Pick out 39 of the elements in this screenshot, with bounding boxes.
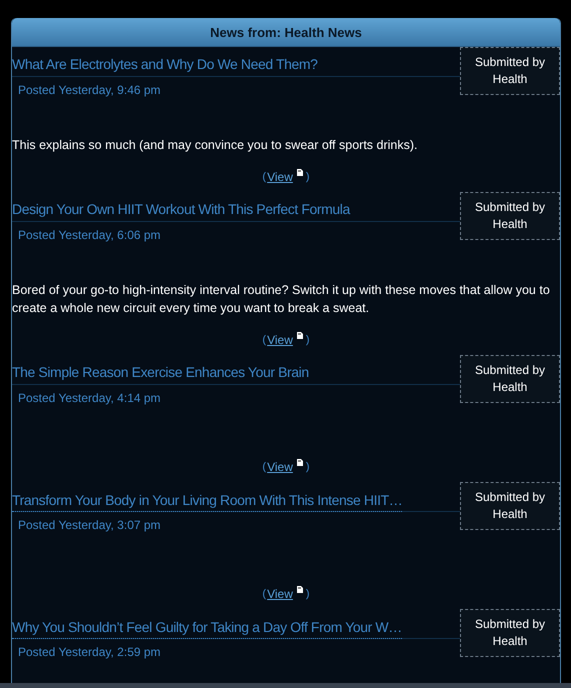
article-title-link[interactable]: Why You Shouldn’t Feel Guilty for Taking a Day Off From Your W… (12, 619, 402, 639)
submitted-by-text: Submitted by (474, 616, 546, 633)
view-link[interactable]: View (267, 460, 293, 474)
paren-text: ) (306, 334, 310, 346)
submitted-by-text: Submitted by (474, 199, 546, 216)
paren-text: ( (262, 334, 266, 346)
submitted-by-text: Submitted by (474, 54, 546, 71)
paren-text: ) (306, 171, 310, 183)
submitted-by-text: Health (492, 633, 528, 650)
view-link[interactable]: View (267, 587, 293, 601)
paren-text: ) (306, 461, 310, 473)
paren-text: ) (306, 588, 310, 600)
article-title-link[interactable]: The Simple Reason Exercise Enhances Your Brain (12, 364, 309, 384)
document-icon (296, 458, 304, 467)
posted-date: Posted Yesterday, 4:14 pm (17, 390, 162, 405)
paren-text: ( (262, 588, 266, 600)
paren-text: ( (262, 171, 266, 183)
submitted-by-text: Health (492, 216, 528, 233)
document-icon (296, 585, 304, 594)
document-icon (296, 331, 304, 340)
article-summary: This explains so much (and may convince you to swear off sports drinks). (12, 137, 418, 154)
panel-title: News from: Health News (210, 24, 362, 40)
posted-date: Posted Yesterday, 2:59 pm (17, 644, 162, 659)
posted-date: Posted Yesterday, 6:06 pm (17, 227, 162, 242)
view-link[interactable]: View (267, 333, 293, 347)
submitted-by-text: Submitted by (474, 362, 546, 379)
submitted-by-text: Health (492, 506, 528, 523)
paren-text: ( (262, 461, 266, 473)
article-summary: Bored of your go-to high-intensity interval routine? Switch it up with these moves that allow you to create a whole new circuit every time you want to break a sweat. (12, 282, 551, 317)
submitted-by-text: Submitted by (474, 489, 546, 506)
article-title-link[interactable]: Transform Your Body in Your Living Room With This Intense HIIT… (12, 492, 402, 512)
article-title-link[interactable]: What Are Electrolytes and Why Do We Need Them? (12, 56, 318, 76)
article-title-link[interactable]: Design Your Own HIIT Workout With This Perfect Formula (12, 201, 350, 221)
document-icon (296, 168, 304, 177)
posted-date: Posted Yesterday, 3:07 pm (17, 517, 162, 532)
view-link[interactable]: View (267, 170, 293, 184)
submitted-by-text: Health (492, 71, 528, 88)
posted-date: Posted Yesterday, 9:46 pm (17, 82, 162, 97)
submitted-by-text: Health (492, 379, 528, 396)
